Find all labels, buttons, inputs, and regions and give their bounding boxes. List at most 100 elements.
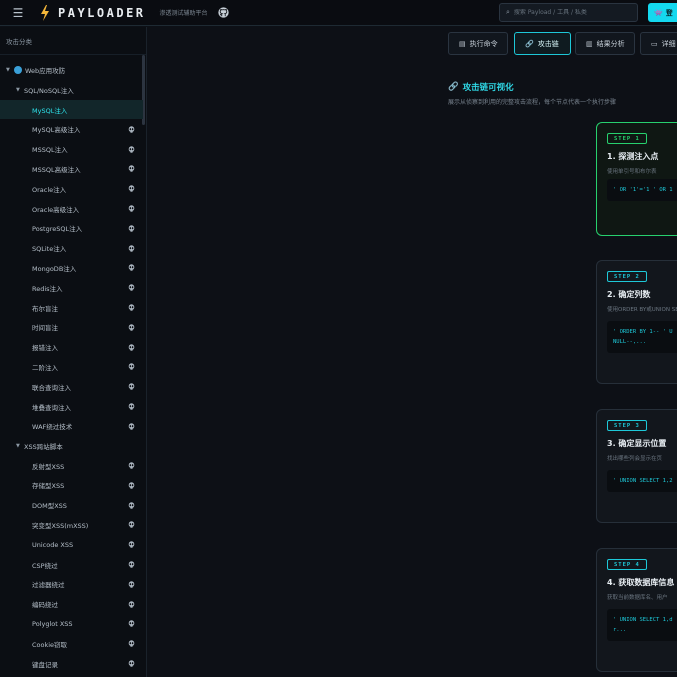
sidebar-item-label: 存储型XSS: [32, 482, 65, 491]
sidebar-item[interactable]: 报错注入: [0, 338, 143, 357]
alien-icon: [128, 403, 135, 410]
step-description: 获取当前数据库名、用户: [607, 595, 668, 601]
sidebar-item-label: Cookie窃取: [32, 640, 68, 649]
sidebar-item[interactable]: MSSQL高级注入: [0, 159, 143, 178]
search-icon: ⌕: [506, 8, 510, 16]
sidebar-item-label: MSSQL高级注入: [32, 165, 81, 174]
sidebar-item-label: PostgreSQL注入: [32, 225, 83, 234]
alien-icon: [128, 126, 135, 133]
tree-group-sql[interactable]: ▼ SQL/NoSQL注入: [0, 80, 143, 99]
sidebar-item[interactable]: 突变型XSS(mXSS): [0, 515, 143, 534]
search-input[interactable]: [513, 9, 624, 16]
alien-icon: [128, 561, 135, 568]
alien-icon: [128, 324, 135, 331]
tab-label: 攻击链: [537, 39, 559, 48]
sidebar-item[interactable]: 堆叠查询注入: [0, 397, 143, 416]
sidebar-item[interactable]: DOM型XSS: [0, 496, 143, 515]
step-card-1[interactable]: STEP 1 1. 探测注入点 使用单引号和布尔表 ' OR '1'='1 ' …: [596, 122, 677, 236]
sidebar-item[interactable]: Unicode XSS: [0, 535, 143, 554]
sidebar-item-label: CSP绕过: [32, 561, 58, 570]
section-title: 🔗 攻击链可视化: [448, 81, 514, 93]
sidebar-item-label: Oracle注入: [32, 185, 67, 194]
sidebar-item-label: Polyglot XSS: [32, 619, 73, 628]
step-title: 4. 获取数据库信息: [607, 578, 675, 587]
sidebar-item-label: MSSQL注入: [32, 146, 68, 155]
sidebar-item[interactable]: 布尔盲注: [0, 298, 143, 317]
caret-down-icon: ▼: [6, 66, 10, 73]
sidebar-item[interactable]: 键盘记录: [0, 654, 143, 673]
sidebar-item-label: 反射型XSS: [32, 462, 65, 471]
step-description: 使用ORDER BY或UNION SEL: [607, 307, 677, 313]
sidebar-item[interactable]: Cookie窃取: [0, 634, 143, 653]
sidebar-item[interactable]: Oracle高级注入: [0, 199, 143, 218]
tab-label: 执行命令: [469, 39, 498, 48]
sidebar-item[interactable]: 反射型XSS: [0, 456, 143, 475]
sidebar-item[interactable]: MSSQL注入: [0, 140, 143, 159]
sidebar-item[interactable]: Oracle注入: [0, 179, 143, 198]
tab-execute[interactable]: ▤ 执行命令: [448, 32, 508, 55]
step-title: 3. 确定显示位置: [607, 439, 667, 448]
book-icon: ▭: [651, 39, 658, 48]
step-card-3[interactable]: STEP 3 3. 确定显示位置 找出哪些列会显示在页 ' UNION SELE…: [596, 409, 677, 523]
sidebar-item[interactable]: 过滤器绕过: [0, 575, 143, 594]
sidebar-item[interactable]: SQLite注入: [0, 239, 143, 258]
tree-group-label: SQL/NoSQL注入: [24, 86, 74, 95]
alien-icon: [128, 264, 135, 272]
login-button[interactable]: 👾 登: [648, 3, 677, 22]
step-card-2[interactable]: STEP 2 2. 确定列数 使用ORDER BY或UNION SEL ' OR…: [596, 260, 677, 384]
sidebar-item[interactable]: WAF绕过技术: [0, 417, 143, 436]
step-badge: STEP 3: [607, 420, 647, 431]
step-title: 1. 探测注入点: [607, 152, 659, 161]
hamburger-menu-icon[interactable]: ☰: [8, 3, 28, 23]
login-button-label: 登: [665, 8, 673, 17]
link-icon: 🔗: [525, 39, 534, 48]
tab-attack-chain[interactable]: 🔗 攻击链: [514, 32, 571, 55]
sidebar-item[interactable]: 联合查询注入: [0, 377, 143, 396]
sidebar-item[interactable]: Redis注入: [0, 278, 143, 297]
link-icon: 🔗: [448, 82, 459, 92]
sidebar-item[interactable]: 时间盲注: [0, 318, 143, 337]
step-title: 2. 确定列数: [607, 290, 651, 299]
tree-group-label: XSS跨站脚本: [24, 442, 63, 451]
sidebar-item-label: Oracle高级注入: [32, 205, 80, 214]
alien-icon: [128, 501, 135, 509]
sidebar-item[interactable]: MongoDB注入: [0, 258, 143, 277]
sidebar-item[interactable]: MySQL高级注入: [0, 120, 143, 139]
step-badge: STEP 4: [607, 559, 647, 570]
tab-details[interactable]: ▭ 详细: [640, 32, 677, 55]
terminal-icon: ▤: [459, 39, 466, 48]
sidebar-item-label: 时间盲注: [32, 324, 58, 333]
alien-icon: [128, 423, 135, 430]
sidebar-item-label: MongoDB注入: [32, 264, 77, 273]
step-card-4[interactable]: STEP 4 4. 获取数据库信息 获取当前数据库名、用户 ' UNION SE…: [596, 548, 677, 672]
sidebar-item[interactable]: MySQL注入: [0, 100, 143, 119]
alien-icon: [128, 600, 135, 608]
alien-icon: [128, 660, 135, 667]
alien-icon: [128, 640, 135, 647]
tab-label: 详细: [661, 39, 676, 48]
step-badge: STEP 2: [607, 271, 647, 282]
search-box[interactable]: ⌕: [499, 3, 638, 22]
sidebar-item[interactable]: Polyglot XSS: [0, 614, 143, 633]
alien-icon: [128, 244, 135, 252]
tab-label: 结果分析: [596, 39, 625, 48]
alien-icon: 👾: [654, 8, 663, 17]
tab-result-analysis[interactable]: ▥ 结果分析: [575, 32, 635, 55]
sidebar-item[interactable]: 存储型XSS: [0, 476, 143, 495]
sidebar-item[interactable]: CSP绕过: [0, 555, 143, 574]
lightning-logo-icon: [38, 4, 52, 22]
chart-icon: ▥: [586, 39, 593, 48]
sidebar-item[interactable]: 二阶注入: [0, 357, 143, 376]
tree-group-web[interactable]: ▼ Web应用攻防: [0, 60, 143, 79]
section-title-text: 攻击链可视化: [462, 83, 514, 93]
sidebar-item[interactable]: 编码绕过: [0, 595, 143, 614]
alien-icon: [128, 225, 135, 232]
alien-icon: [128, 363, 135, 371]
github-icon[interactable]: [218, 7, 230, 19]
logo-text[interactable]: PAYLOADER: [58, 6, 146, 20]
sidebar-item-label: 二阶注入: [32, 363, 58, 372]
sidebar-item-label: 编码绕过: [32, 601, 58, 610]
sidebar-item[interactable]: PostgreSQL注入: [0, 219, 143, 238]
sidebar-item-label: 过滤器绕过: [32, 581, 65, 590]
tree-group-xss[interactable]: ▼ XSS跨站脚本: [0, 436, 143, 455]
